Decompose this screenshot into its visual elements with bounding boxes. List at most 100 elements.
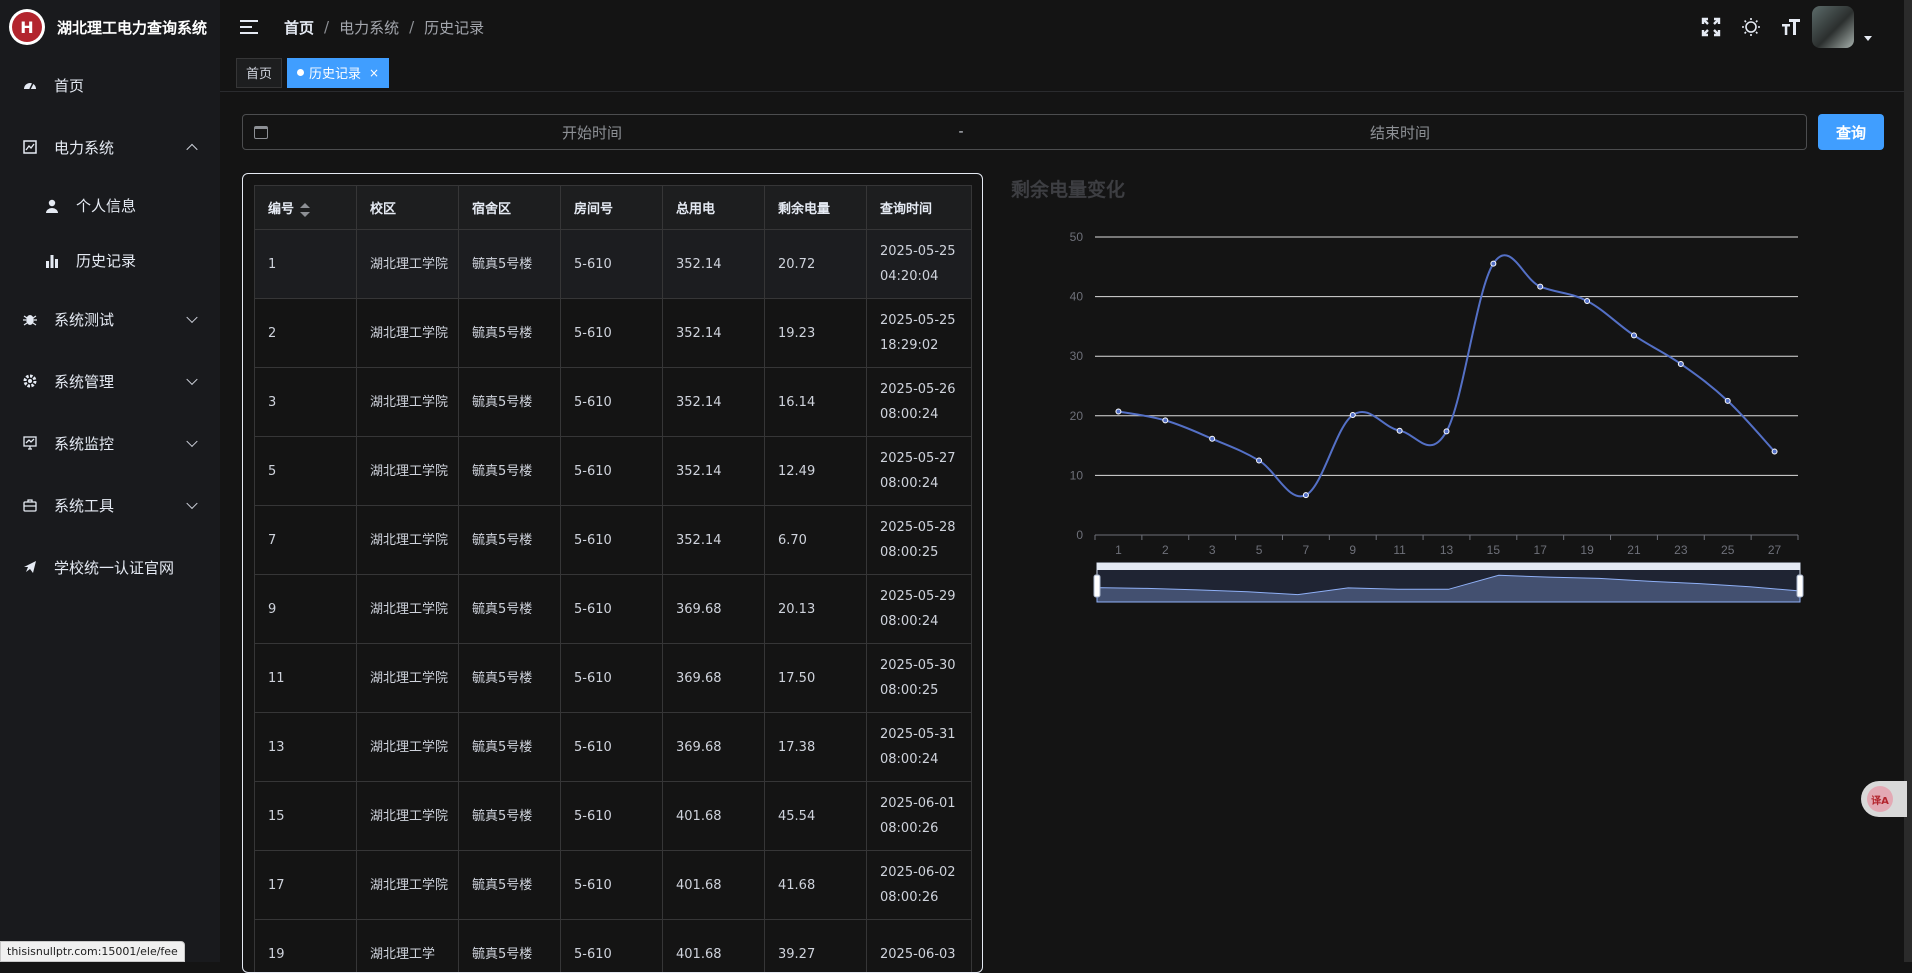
sidebar-item-3[interactable]: 历史记录 <box>0 233 220 288</box>
table-row[interactable]: 1湖北理工学院毓真5号楼5-610352.1420.722025-05-25 0… <box>255 230 972 299</box>
send-icon <box>22 559 38 575</box>
x-tick-label: 21 <box>1627 543 1641 557</box>
table-cell: 2 <box>255 299 357 368</box>
table-cell: 5-610 <box>561 920 663 973</box>
table-cell: 19 <box>255 920 357 973</box>
x-tick-label: 1 <box>1115 543 1122 557</box>
history-table: 编号校区宿舍区房间号总用电剩余电量查询时间 1湖北理工学院毓真5号楼5-6103… <box>254 185 972 973</box>
table-cell: 5-610 <box>561 368 663 437</box>
close-icon[interactable]: × <box>369 66 379 80</box>
tag-history[interactable]: 历史记录 × <box>287 58 389 88</box>
table-cell: 352.14 <box>663 437 765 506</box>
x-tick-label: 15 <box>1487 543 1501 557</box>
table-cell: 352.14 <box>663 230 765 299</box>
table-row[interactable]: 9湖北理工学院毓真5号楼5-610369.6820.132025-05-29 0… <box>255 575 972 644</box>
sidebar: H 湖北理工电力查询系统 首页电力系统个人信息历史记录系统测试系统管理系统监控系… <box>0 0 220 962</box>
dashboard-icon <box>22 77 38 93</box>
translate-icon: 译A <box>1867 786 1893 812</box>
table-cell: 3 <box>255 368 357 437</box>
sidebar-item-7[interactable]: 系统工具 <box>0 474 220 536</box>
search-button[interactable]: 查询 <box>1818 114 1884 150</box>
table-cell: 5-610 <box>561 713 663 782</box>
sidebar-item-0[interactable]: 首页 <box>0 54 220 116</box>
table-cell: 2025-06-03 <box>867 920 972 973</box>
table-row[interactable]: 17湖北理工学院毓真5号楼5-610401.6841.682025-06-02 … <box>255 851 972 920</box>
x-tick-label: 5 <box>1256 543 1263 557</box>
date-range-picker[interactable]: 开始时间 - 结束时间 <box>242 114 1807 150</box>
bar-chart-icon <box>44 253 60 269</box>
table-cell: 5-610 <box>561 644 663 713</box>
sidebar-item-label: 历史记录 <box>76 250 136 271</box>
chevron-down-icon[interactable] <box>1864 36 1872 41</box>
sidebar-item-2[interactable]: 个人信息 <box>0 178 220 233</box>
table-cell: 401.68 <box>663 851 765 920</box>
data-zoom-handle-left[interactable] <box>1094 575 1100 597</box>
font-size-icon[interactable] <box>1780 16 1802 38</box>
monitor-icon <box>22 435 38 451</box>
page-scrollbar[interactable] <box>1904 0 1912 962</box>
fullscreen-icon[interactable] <box>1700 16 1722 38</box>
table-cell: 12.49 <box>765 437 867 506</box>
table-cell: 毓真5号楼 <box>459 851 561 920</box>
table-cell: 9 <box>255 575 357 644</box>
table-cell: 352.14 <box>663 299 765 368</box>
table-cell: 5-610 <box>561 437 663 506</box>
breadcrumb-separator: / <box>409 18 414 36</box>
table-cell: 7 <box>255 506 357 575</box>
data-point <box>1257 458 1262 463</box>
breadcrumb-home[interactable]: 首页 <box>284 17 314 38</box>
table-cell: 17.50 <box>765 644 867 713</box>
table-row[interactable]: 19湖北理工学毓真5号楼5-610401.6839.272025-06-03 <box>255 920 972 973</box>
table-row[interactable]: 15湖北理工学院毓真5号楼5-610401.6845.542025-06-01 … <box>255 782 972 851</box>
sidebar-item-4[interactable]: 系统测试 <box>0 288 220 350</box>
toolbox-icon <box>22 497 38 513</box>
theme-toggle-icon[interactable] <box>1740 16 1762 38</box>
column-header[interactable]: 编号 <box>255 186 357 230</box>
brand[interactable]: H 湖北理工电力查询系统 <box>0 0 220 54</box>
table-cell: 1 <box>255 230 357 299</box>
table-row[interactable]: 13湖北理工学院毓真5号楼5-610369.6817.382025-05-31 … <box>255 713 972 782</box>
table-row[interactable]: 11湖北理工学院毓真5号楼5-610369.6817.502025-05-30 … <box>255 644 972 713</box>
table-cell: 2025-05-27 08:00:24 <box>867 437 972 506</box>
table-cell: 5-610 <box>561 782 663 851</box>
table-cell: 6.70 <box>765 506 867 575</box>
tags-view: 首页 历史记录 × <box>220 54 1912 92</box>
status-bar-url: thisisnullptr.com:15001/ele/fee <box>0 941 185 962</box>
avatar[interactable] <box>1812 6 1854 48</box>
sidebar-item-5[interactable]: 系统管理 <box>0 350 220 412</box>
end-date-input[interactable]: 结束时间 <box>1076 122 1724 143</box>
table-cell: 毓真5号楼 <box>459 230 561 299</box>
x-tick-label: 11 <box>1393 543 1406 557</box>
table-cell: 2025-05-31 08:00:24 <box>867 713 972 782</box>
table-cell: 毓真5号楼 <box>459 782 561 851</box>
table-cell: 13 <box>255 713 357 782</box>
table-row[interactable]: 2湖北理工学院毓真5号楼5-610352.1419.232025-05-25 1… <box>255 299 972 368</box>
data-point <box>1163 418 1168 423</box>
table-cell: 2025-05-25 04:20:04 <box>867 230 972 299</box>
table-row[interactable]: 5湖北理工学院毓真5号楼5-610352.1412.492025-05-27 0… <box>255 437 972 506</box>
data-zoom-handle-right[interactable] <box>1797 575 1803 597</box>
sort-icon[interactable] <box>300 203 310 217</box>
table-cell: 401.68 <box>663 782 765 851</box>
data-point <box>1585 298 1590 303</box>
sidebar-item-8[interactable]: 学校统一认证官网 <box>0 536 220 598</box>
sidebar-item-1[interactable]: 电力系统 <box>0 116 220 178</box>
y-tick-label: 50 <box>1070 230 1084 244</box>
bug-icon <box>22 311 38 327</box>
start-date-input[interactable]: 开始时间 <box>268 122 916 143</box>
x-tick-label: 7 <box>1303 543 1310 557</box>
data-point <box>1303 493 1308 498</box>
tag-home[interactable]: 首页 <box>236 58 282 88</box>
translate-widget[interactable]: 译A <box>1861 781 1907 817</box>
table-cell: 5 <box>255 437 357 506</box>
menu-toggle-icon[interactable] <box>240 20 258 34</box>
gear-icon <box>22 373 38 389</box>
sidebar-item-6[interactable]: 系统监控 <box>0 412 220 474</box>
table-row[interactable]: 7湖北理工学院毓真5号楼5-610352.146.702025-05-28 08… <box>255 506 972 575</box>
breadcrumb: 首页 / 电力系统 / 历史记录 <box>284 17 484 38</box>
x-tick-label: 3 <box>1209 543 1216 557</box>
data-point <box>1725 398 1730 403</box>
table-row[interactable]: 3湖北理工学院毓真5号楼5-610352.1416.142025-05-26 0… <box>255 368 972 437</box>
table-cell: 16.14 <box>765 368 867 437</box>
x-tick-label: 9 <box>1349 543 1356 557</box>
